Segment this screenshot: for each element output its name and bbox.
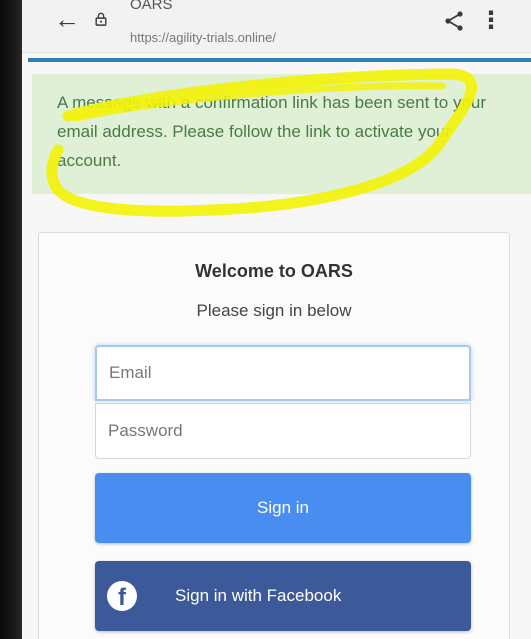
login-title: Welcome to OARS: [195, 261, 353, 281]
more-vert-icon[interactable]: ⋮: [479, 9, 503, 33]
share-icon[interactable]: [443, 10, 465, 32]
facebook-icon: f: [107, 581, 137, 611]
page-title: OARS: [130, 0, 173, 13]
login-subtitle: Please sign in below: [196, 301, 352, 320]
sign-in-label: Sign in: [257, 498, 309, 517]
confirmation-alert: A message with a confirmation link has b…: [32, 74, 531, 194]
sign-in-button[interactable]: Sign in: [95, 473, 471, 543]
email-field[interactable]: [95, 345, 471, 401]
facebook-sign-in-button[interactable]: f Sign in with Facebook: [95, 561, 471, 631]
phone-bezel: [0, 0, 22, 639]
phone-screen: ← OARS https://agility-trials.online/ ⋮ …: [22, 0, 531, 639]
browser-toolbar: ← OARS https://agility-trials.online/ ⋮: [22, 0, 531, 53]
accent-divider: [28, 58, 531, 62]
alert-message: A message with a confirmation link has b…: [57, 93, 487, 170]
facebook-sign-in-label: Sign in with Facebook: [175, 586, 342, 605]
lock-icon: [95, 12, 107, 26]
address-bar-url[interactable]: https://agility-trials.online/: [130, 30, 276, 45]
login-panel: Welcome to OARS Please sign in below Sig…: [38, 232, 510, 639]
password-field[interactable]: [95, 403, 471, 459]
back-arrow-icon[interactable]: ←: [54, 6, 80, 32]
